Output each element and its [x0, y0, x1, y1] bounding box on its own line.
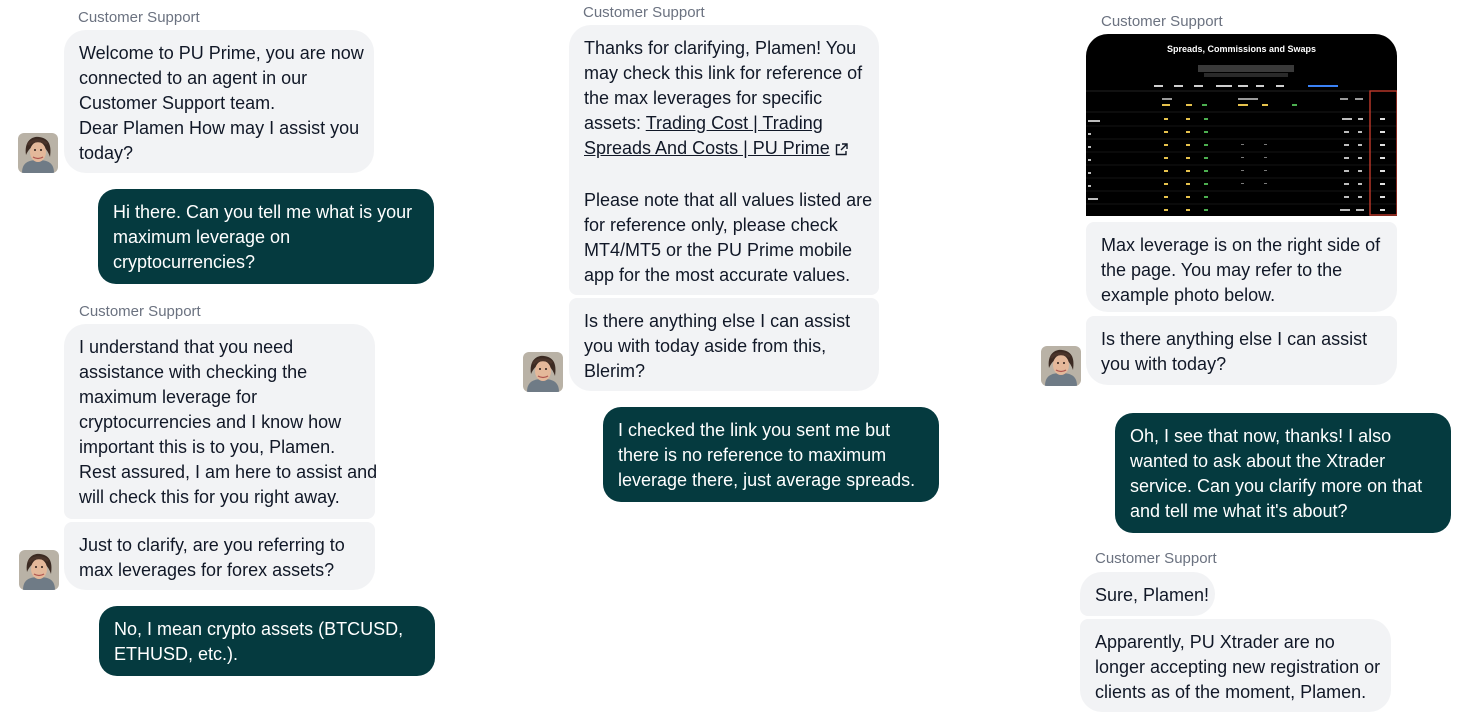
message-line: Rest assured, I am here to assist and — [79, 462, 378, 482]
message-line: Is there anything else I can assist — [584, 311, 851, 331]
agent-message-sure: Sure, Plamen! — [1080, 572, 1215, 616]
message-text: assets: — [584, 113, 646, 133]
agent-message-anything-else-today: Is there anything else I can assist you … — [1086, 316, 1397, 385]
message-line: wanted to ask about the Xtrader — [1130, 451, 1386, 471]
message-line: ETHUSD, etc.). — [114, 644, 239, 664]
message-line: maximum leverage for — [79, 387, 258, 407]
message-line: max leverages for forex assets? — [79, 560, 335, 580]
message-line: Customer Support team. — [79, 93, 276, 113]
message-line: cryptocurrencies? — [113, 252, 256, 272]
message-line: No, I mean crypto assets (BTCUSD, — [114, 619, 404, 639]
message-line: today? — [79, 143, 134, 163]
message-line: leverage there, just average spreads. — [618, 470, 916, 490]
message-line: the max leverages for specific — [584, 88, 823, 108]
external-link-icon[interactable] — [835, 138, 848, 163]
user-message-leverage-question: Hi there. Can you tell me what is your m… — [98, 189, 434, 284]
agent-message-max-leverage: Max leverage is on the right side of the… — [1086, 222, 1397, 312]
sender-label: Customer Support — [583, 4, 705, 21]
message-line: clients as of the moment, Plamen. — [1095, 682, 1367, 702]
message-line: Dear Plamen How may I assist you — [79, 118, 360, 138]
message-line: example photo below. — [1101, 285, 1276, 305]
example-photo[interactable]: Spreads, Commissions and Swaps — [1086, 34, 1397, 216]
message-line: I checked the link you sent me but — [618, 420, 891, 440]
agent-avatar-icon — [1041, 346, 1081, 386]
message-line: Oh, I see that now, thanks! I also — [1130, 426, 1392, 446]
agent-message-link: Thanks for clarifying, Plamen! You may c… — [569, 25, 879, 295]
message-line: Just to clarify, are you referring to — [79, 535, 345, 555]
user-message-no-reference: I checked the link you sent me but there… — [603, 407, 939, 502]
trading-cost-link-continued[interactable]: Spreads And Costs | PU Prime — [584, 138, 830, 158]
message-line: MT4/MT5 or the PU Prime mobile — [584, 240, 853, 260]
message-line: app for the most accurate values. — [584, 265, 851, 285]
agent-avatar-icon — [19, 550, 59, 590]
agent-message-understand: I understand that you need assistance wi… — [64, 324, 378, 519]
agent-avatar-icon — [523, 352, 563, 392]
message-line: I understand that you need — [79, 337, 294, 357]
message-line: the page. You may refer to the — [1101, 260, 1343, 280]
message-line: will check this for you right away. — [79, 487, 340, 507]
message-line: Max leverage is on the right side of — [1101, 235, 1381, 255]
message-line: assistance with checking the — [79, 362, 308, 382]
message-line: there is no reference to maximum — [618, 445, 887, 465]
sender-label: Customer Support — [1095, 550, 1217, 567]
message-line: Apparently, PU Xtrader are no — [1095, 632, 1335, 652]
agent-message-xtrader-closed: Apparently, PU Xtrader are no longer acc… — [1080, 619, 1391, 712]
message-line: you with today aside from this, — [584, 336, 827, 356]
message-line: cryptocurrencies and I know how — [79, 412, 342, 432]
agent-avatar-icon — [18, 133, 58, 173]
trading-cost-link[interactable]: Trading Cost | Trading — [646, 113, 823, 133]
message-line: Spreads And Costs | PU Prime — [584, 136, 864, 163]
message-line: Sure, Plamen! — [1095, 585, 1210, 605]
message-line: and tell me what it's about? — [1130, 501, 1348, 521]
sender-label: Customer Support — [1101, 13, 1223, 30]
message-line: service. Can you clarify more on that — [1130, 476, 1423, 496]
message-line: Thanks for clarifying, Plamen! You — [584, 38, 857, 58]
message-line: assets: Trading Cost | Trading — [584, 111, 864, 136]
message-line: for reference only, please check — [584, 215, 838, 235]
agent-message-clarify: Just to clarify, are you referring to ma… — [64, 522, 375, 590]
message-line: may check this link for reference of — [584, 63, 863, 83]
message-line: Welcome to PU Prime, you are now — [79, 43, 364, 63]
user-message-xtrader: Oh, I see that now, thanks! I also wante… — [1115, 413, 1451, 533]
example-photo-table — [1086, 65, 1397, 216]
message-line: connected to an agent in our — [79, 68, 308, 88]
message-line: maximum leverage on — [113, 227, 291, 247]
message-line: Hi there. Can you tell me what is your — [113, 202, 413, 222]
agent-message-anything-else: Is there anything else I can assist you … — [569, 298, 879, 391]
message-line: Please note that all values listed are — [584, 190, 873, 210]
sender-label: Customer Support — [79, 303, 201, 320]
message-line: Is there anything else I can assist — [1101, 329, 1368, 349]
message-line: you with today? — [1101, 354, 1227, 374]
agent-message-welcome: Welcome to PU Prime, you are now connect… — [64, 30, 374, 173]
sender-label: Customer Support — [78, 9, 200, 26]
message-line: Blerim? — [584, 361, 646, 381]
message-line: longer accepting new registration or — [1095, 657, 1381, 677]
user-message-crypto-assets: No, I mean crypto assets (BTCUSD, ETHUSD… — [99, 606, 435, 676]
message-line: important this is to you, Plamen. — [79, 437, 336, 457]
